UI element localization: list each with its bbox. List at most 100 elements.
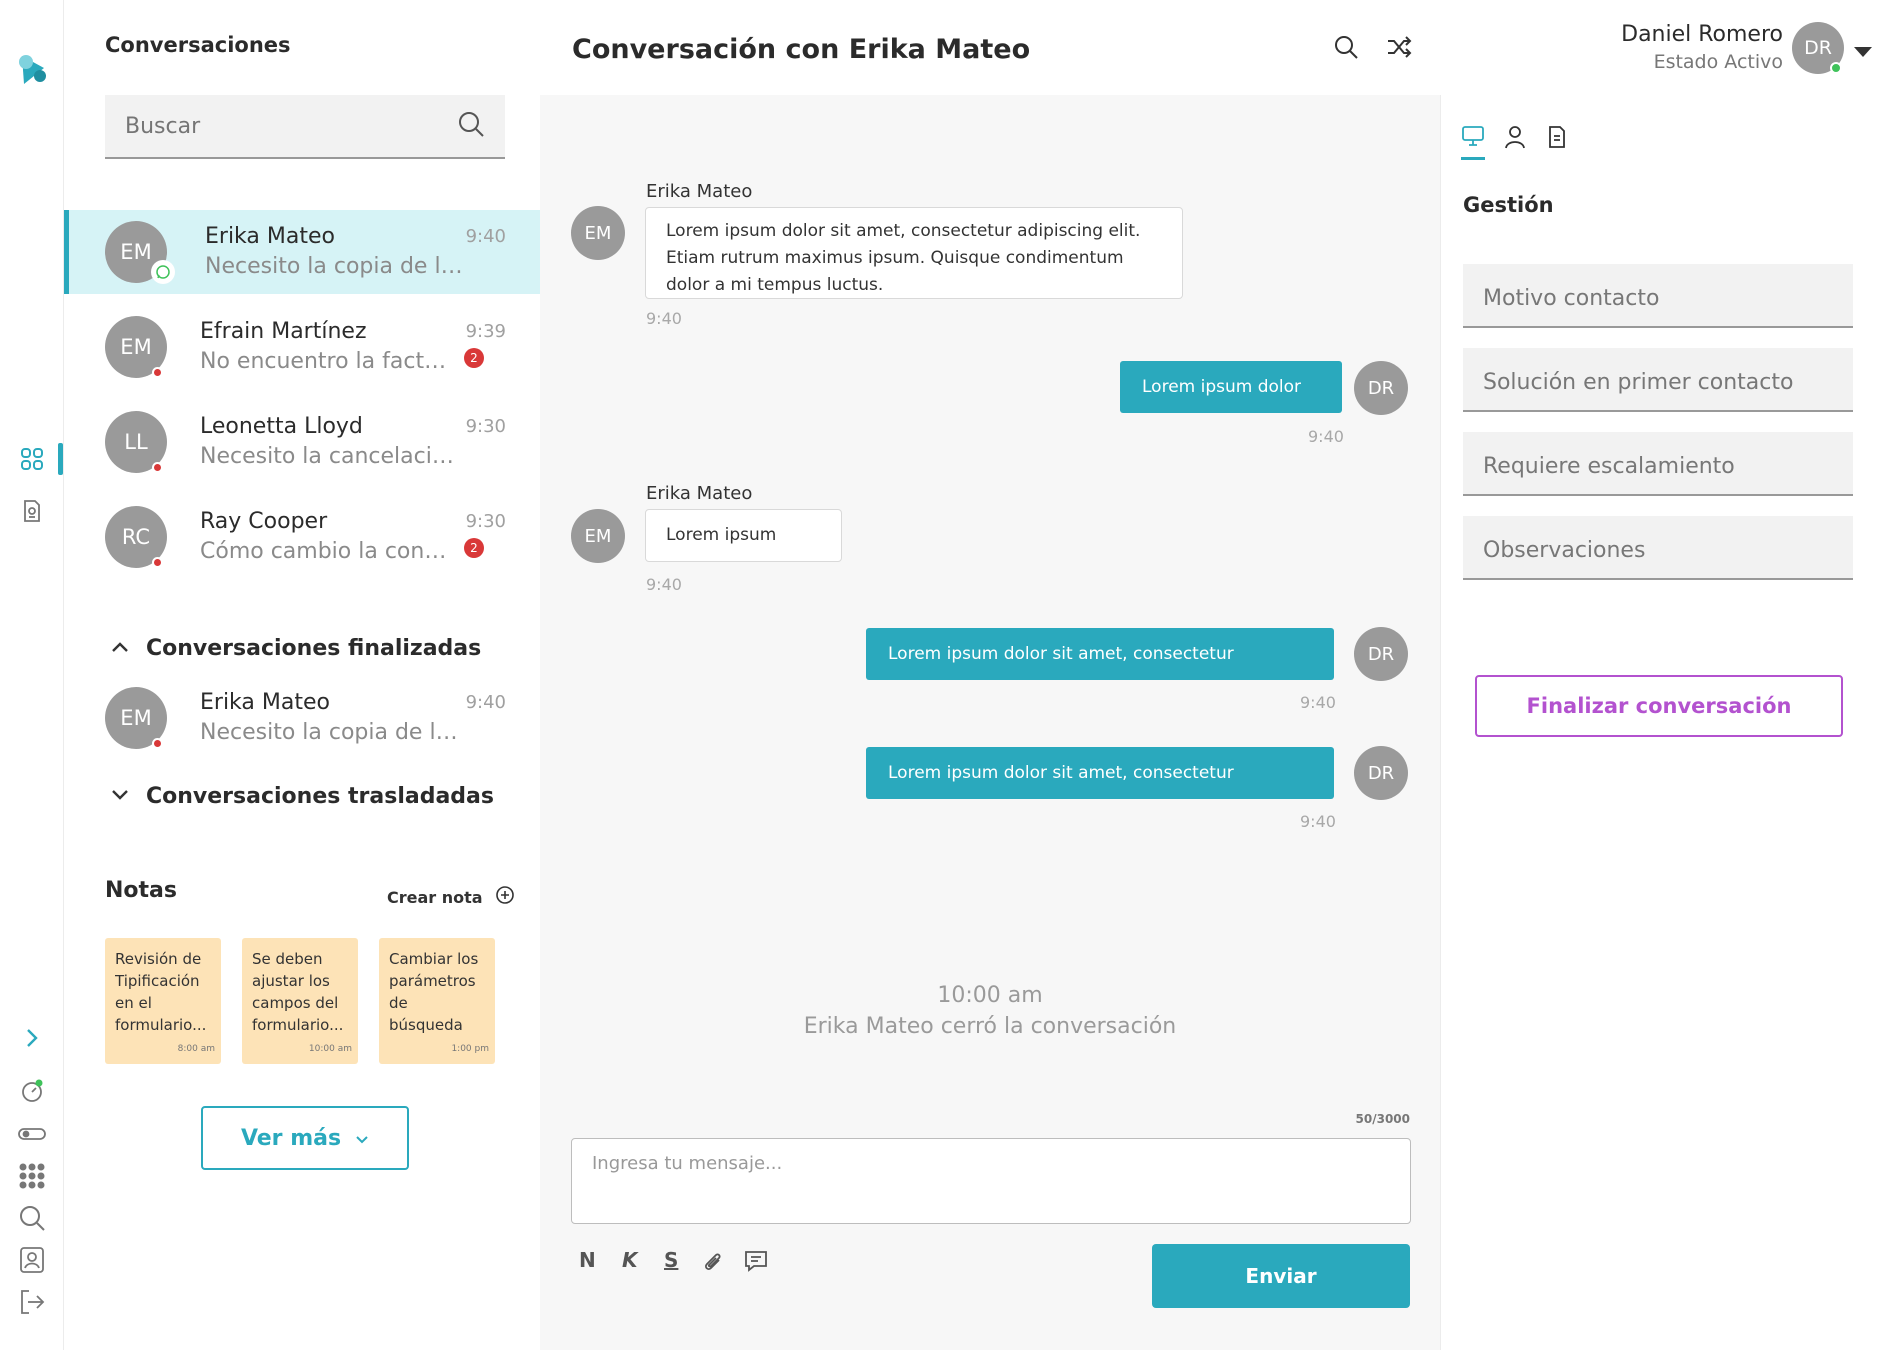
avatar: DR: [1354, 746, 1408, 800]
note-time: 8:00 am: [177, 1044, 215, 1054]
conversation-preview: Necesito la copia de la...: [205, 254, 465, 279]
message-sender: Erika Mateo: [646, 181, 753, 202]
contact-reason-field[interactable]: Motivo contacto: [1463, 264, 1853, 328]
note-card[interactable]: Cambiar los parámetros de búsqueda de lo…: [379, 938, 495, 1064]
escalation-required-field[interactable]: Requiere escalamiento: [1463, 432, 1853, 496]
message-time: 9:40: [1300, 812, 1336, 831]
conversation-item[interactable]: EM Erika Mateo Necesito la copia de la..…: [64, 210, 540, 294]
transferred-section-toggle[interactable]: Conversaciones trasladadas: [110, 784, 494, 809]
conversation-item[interactable]: RC Ray Cooper Cómo cambio la cont... 9:3…: [64, 495, 540, 579]
avatar: DR: [1354, 361, 1408, 415]
message-time: 9:40: [646, 309, 682, 328]
user-name: Daniel Romero: [1621, 22, 1783, 47]
offline-status-dot: [152, 738, 163, 749]
note-card[interactable]: Se deben ajustar los campos del formular…: [242, 938, 358, 1064]
conversation-preview: Necesito la copia de la...: [200, 720, 460, 745]
conversation-preview: Necesito la cancelación...: [200, 444, 460, 469]
contacts-icon[interactable]: [12, 1240, 52, 1280]
timer-icon[interactable]: [12, 1071, 52, 1111]
chevron-down-icon: [110, 787, 130, 806]
note-card[interactable]: Revisión de Tipificación en el formulari…: [105, 938, 221, 1064]
offline-status-dot: [152, 557, 163, 568]
chevron-down-icon: [355, 1126, 369, 1151]
logout-icon[interactable]: [12, 1282, 52, 1322]
document-tab-icon[interactable]: [1547, 125, 1567, 153]
attach-icon[interactable]: [702, 1250, 724, 1278]
finished-section-toggle[interactable]: Conversaciones finalizadas: [110, 636, 481, 661]
search-input[interactable]: [125, 113, 445, 139]
finished-section-title: Conversaciones finalizadas: [146, 636, 482, 661]
online-status-dot: [1830, 62, 1842, 74]
send-button[interactable]: Enviar: [1152, 1244, 1410, 1308]
search-field[interactable]: [105, 95, 505, 159]
conversation-preview: Cómo cambio la cont...: [200, 539, 450, 564]
transfer-icon[interactable]: [1386, 35, 1412, 63]
observations-field[interactable]: Observaciones: [1463, 516, 1853, 580]
message-time: 9:40: [1308, 427, 1344, 446]
conversation-time: 9:30: [465, 416, 506, 437]
strikethrough-button[interactable]: S: [664, 1248, 678, 1272]
message-sender: Erika Mateo: [646, 483, 753, 504]
closed-text: Erika Mateo cerró la conversación: [803, 1014, 1177, 1039]
conversation-item[interactable]: EM Erika Mateo Necesito la copia de la..…: [64, 676, 540, 760]
see-more-button[interactable]: Ver más: [201, 1106, 409, 1170]
panel-title: Gestión: [1463, 193, 1554, 217]
conversation-name: Efrain Martínez: [200, 319, 367, 344]
note-time: 1:00 pm: [451, 1044, 489, 1054]
conversation-time: 9:40: [465, 692, 506, 713]
search-icon[interactable]: [12, 1198, 52, 1238]
note-time: 10:00 am: [308, 1044, 352, 1054]
search-icon[interactable]: [1333, 34, 1359, 64]
transferred-section-title: Conversaciones trasladadas: [146, 784, 494, 809]
create-note-button[interactable]: Crear nota: [387, 885, 515, 909]
unread-badge: 2: [464, 538, 484, 558]
conversation-name: Erika Mateo: [205, 224, 335, 249]
offline-status-dot: [152, 462, 163, 473]
outgoing-message: Lorem ipsum dolor sit amet, consectetur: [866, 747, 1334, 799]
list-title: Conversaciones: [105, 33, 291, 57]
dashboard-icon[interactable]: [12, 439, 52, 479]
note-text: Cambiar los parámetros de búsqueda de lo…: [389, 950, 479, 1034]
user-status: Estado Activo: [1653, 51, 1783, 73]
outgoing-message: Lorem ipsum dolor sit amet, consectetur: [866, 628, 1334, 680]
conversation-item[interactable]: EM Efrain Martínez No encuentro la factu…: [64, 305, 540, 389]
whatsapp-icon: [151, 260, 175, 284]
italic-button[interactable]: K: [622, 1248, 638, 1272]
first-contact-resolution-field[interactable]: Solución en primer contacto: [1463, 348, 1853, 412]
closed-time: 10:00 am: [937, 983, 1043, 1008]
template-message-icon[interactable]: [744, 1250, 768, 1276]
app-logo[interactable]: [12, 50, 52, 90]
conversation-preview: No encuentro la factura...: [200, 349, 460, 374]
conversation-time: 9:40: [465, 226, 506, 247]
expand-icon[interactable]: [12, 1018, 52, 1058]
finish-conversation-button[interactable]: Finalizar conversación: [1475, 675, 1843, 737]
message-time: 9:40: [1300, 693, 1336, 712]
grid-icon[interactable]: [12, 1156, 52, 1196]
message-input[interactable]: Ingresa tu mensaje...: [571, 1138, 1411, 1224]
conversation-time: 9:30: [465, 511, 506, 532]
unread-badge: 2: [464, 348, 484, 368]
nav-rail: [0, 0, 64, 1350]
outgoing-message: Lorem ipsum dolor: [1120, 361, 1342, 413]
caret-down-icon[interactable]: [1854, 42, 1872, 61]
document-icon[interactable]: [12, 491, 52, 531]
note-text: Revisión de Tipificación en el formulari…: [115, 950, 207, 1034]
message-time: 9:40: [646, 575, 682, 594]
conversation-item[interactable]: LL Leonetta Lloyd Necesito la cancelació…: [64, 400, 540, 484]
conversation-closed-notice: 10:00 am Erika Mateo cerró la conversaci…: [540, 980, 1440, 1042]
search-icon[interactable]: [457, 110, 485, 142]
chat-title: Conversación con Erika Mateo: [572, 34, 1031, 65]
see-more-label: Ver más: [240, 1125, 342, 1151]
notes-title: Notas: [105, 878, 177, 903]
plus-circle-icon: [495, 885, 515, 909]
incoming-message: Lorem ipsum: [645, 509, 842, 562]
bold-button[interactable]: N: [579, 1248, 596, 1272]
user-info[interactable]: Daniel Romero Estado Activo: [1621, 22, 1783, 73]
user-tab-icon[interactable]: [1504, 125, 1526, 153]
conversation-name: Erika Mateo: [200, 690, 330, 715]
toggle-icon[interactable]: [12, 1114, 52, 1154]
conversation-name: Leonetta Lloyd: [200, 414, 363, 439]
avatar: EM: [571, 509, 625, 563]
avatar: EM: [571, 206, 625, 260]
monitor-tab-icon[interactable]: [1461, 125, 1485, 160]
